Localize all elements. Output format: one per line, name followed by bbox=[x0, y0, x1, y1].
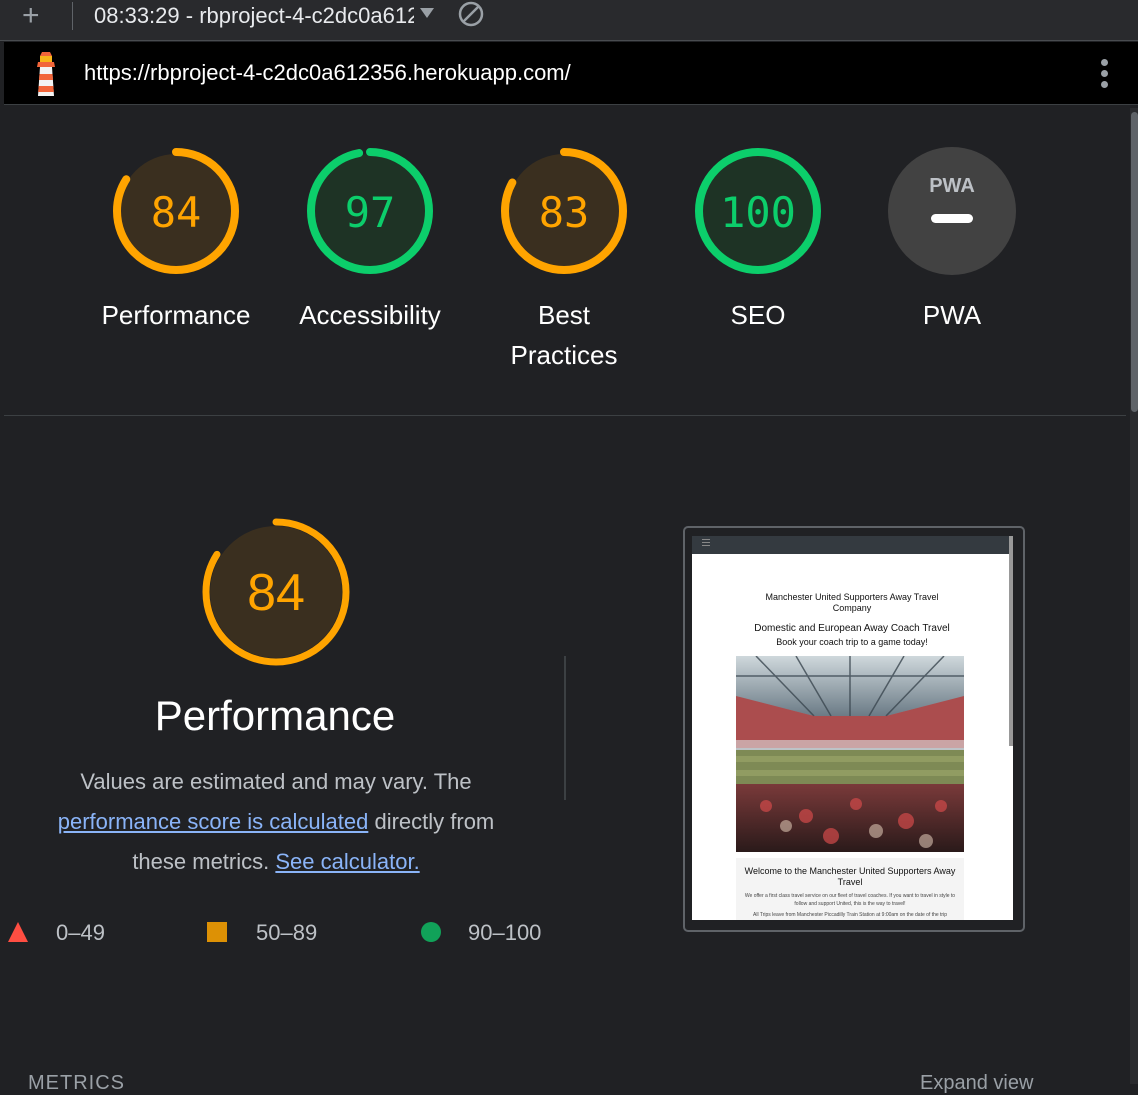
gauge-label: SEO bbox=[730, 300, 786, 330]
seo-gauge-icon: 100 bbox=[695, 148, 821, 274]
performance-title: Performance bbox=[154, 692, 396, 739]
gauge-performance[interactable]: 84 Performance bbox=[86, 147, 266, 335]
best-practices-gauge-icon: 83 bbox=[501, 148, 627, 274]
gauge-score: 100 bbox=[720, 188, 796, 237]
final-screenshot[interactable]: Manchester United Supporters Away Travel… bbox=[692, 536, 1013, 920]
gauge-label: Performance bbox=[101, 300, 251, 330]
pwa-badge-icon: PWA bbox=[888, 147, 1016, 275]
score-calculation-link[interactable]: performance score is calculated bbox=[58, 809, 369, 834]
pwa-dash-icon bbox=[931, 214, 973, 223]
lighthouse-logo bbox=[37, 52, 55, 96]
toolbar-divider bbox=[72, 2, 73, 30]
pwa-badge-text: PWA bbox=[929, 175, 975, 197]
thumb-card-title: Welcome to the Manchester United Support… bbox=[744, 866, 956, 887]
thumb-card-body-2: All Trips leave from Manchester Piccadil… bbox=[753, 912, 947, 918]
plus-icon[interactable]: + bbox=[22, 1, 40, 31]
fail-triangle-icon bbox=[8, 922, 28, 942]
scores-summary: 84 Performance 97 Accessibility 83 Best … bbox=[4, 105, 1126, 416]
scrollbar-thumb[interactable] bbox=[1131, 112, 1138, 412]
report-url: https://rbproject-4-c2dc0a612356.herokua… bbox=[84, 60, 571, 85]
url-bar: https://rbproject-4-c2dc0a612356.herokua… bbox=[4, 42, 1138, 105]
more-menu-icon[interactable] bbox=[1094, 56, 1114, 92]
legend-average: 50–89 bbox=[256, 920, 318, 945]
section-divider bbox=[564, 656, 566, 800]
gauge-pwa[interactable]: PWA PWA bbox=[862, 147, 1042, 335]
report-selector[interactable]: 08:33:29 - rbproject-4-c2dc0a612356.hero… bbox=[94, 2, 414, 30]
gauge-label: Accessibility bbox=[299, 300, 441, 330]
hamburger-icon bbox=[702, 539, 710, 540]
desc-text-1: Values are estimated and may vary. The bbox=[80, 769, 472, 794]
gauge-seo[interactable]: 100 SEO bbox=[668, 147, 848, 335]
gauge-score: 97 bbox=[345, 188, 396, 237]
pass-circle-icon bbox=[421, 922, 441, 942]
gauge-label: PWA bbox=[922, 300, 982, 330]
gauge-score: 83 bbox=[539, 188, 590, 237]
pwa-badge-bg bbox=[888, 147, 1016, 275]
accessibility-gauge-icon: 97 bbox=[307, 148, 433, 274]
report-toolbar: + 08:33:29 - rbproject-4-c2dc0a612356.he… bbox=[0, 0, 1138, 41]
gauge-score: 84 bbox=[151, 188, 202, 237]
thumb-scrollbar bbox=[1009, 536, 1013, 746]
thumb-welcome-card: Welcome to the Manchester United Support… bbox=[736, 858, 964, 920]
see-calculator-link[interactable]: See calculator. bbox=[275, 849, 419, 874]
thumb-subtitle: Domestic and European Away Coach Travel bbox=[754, 623, 950, 634]
legend-pass: 90–100 bbox=[468, 920, 542, 945]
gauge-score: 84 bbox=[247, 564, 305, 622]
thumb-navbar bbox=[692, 536, 1013, 554]
performance-description: Values are estimated and may vary. The p… bbox=[30, 762, 522, 882]
thumb-subtitle-2: Book your coach trip to a game today! bbox=[776, 637, 928, 647]
thumb-card-body: We offer a first class travel service on… bbox=[744, 893, 956, 907]
chevron-down-icon[interactable] bbox=[420, 8, 434, 18]
performance-large-gauge: 84 bbox=[202, 518, 350, 666]
gauge-best-practices[interactable]: 83 Best Practices bbox=[474, 147, 654, 375]
performance-gauge-icon: 84 bbox=[113, 148, 239, 274]
legend-fail: 0–49 bbox=[56, 920, 105, 945]
stadium-image bbox=[736, 656, 964, 852]
clear-icon[interactable] bbox=[458, 1, 484, 27]
average-square-icon bbox=[207, 922, 227, 942]
thumb-site-title: Manchester United Supporters Away Travel… bbox=[765, 592, 939, 613]
gauge-label: Best Practices bbox=[510, 300, 618, 370]
gauge-accessibility[interactable]: 97 Accessibility bbox=[280, 147, 460, 335]
